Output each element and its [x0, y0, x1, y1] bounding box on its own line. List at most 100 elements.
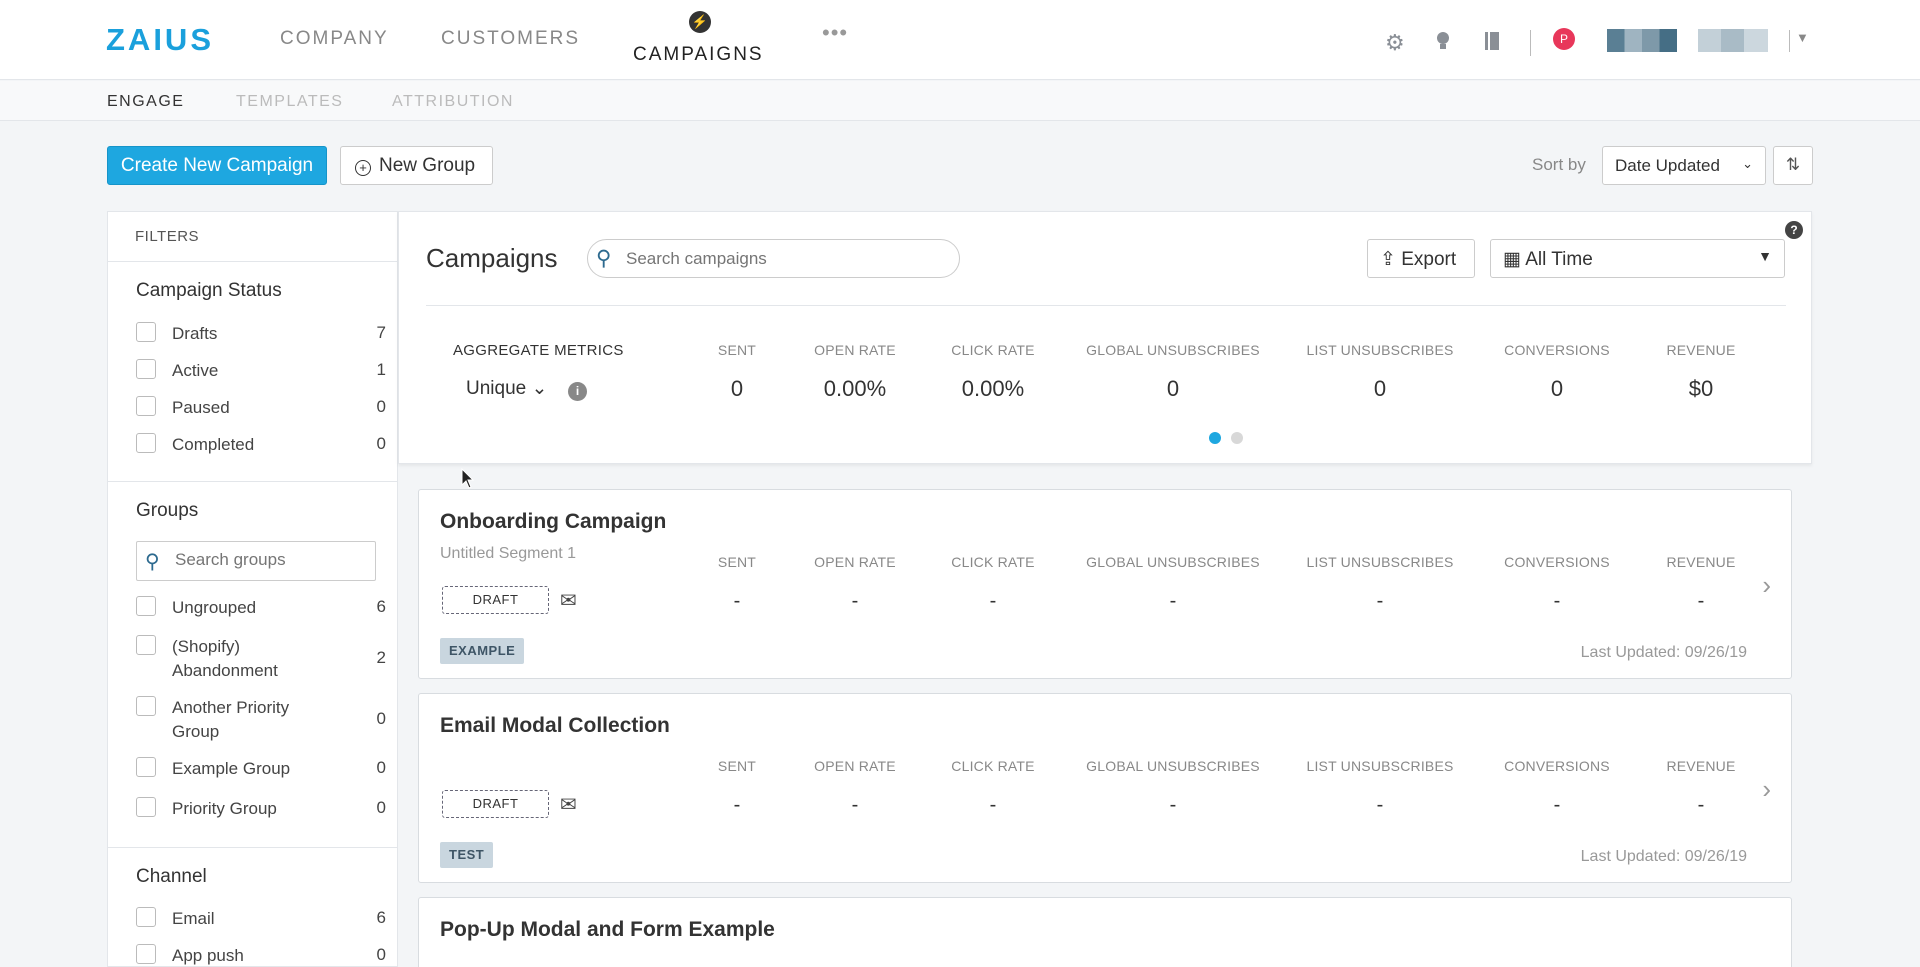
checkbox[interactable]	[136, 359, 156, 379]
account-name-redacted[interactable]	[1698, 29, 1768, 52]
time-range-select[interactable]: ▦ All Time ▼	[1490, 239, 1785, 278]
filter-count: 0	[376, 758, 386, 777]
campaign-search[interactable]: ⚲	[587, 239, 960, 278]
metric-value: $0	[1688, 376, 1714, 401]
sub-nav: ENGAGE TEMPLATES ATTRIBUTION	[0, 81, 1920, 121]
checkbox[interactable]	[136, 696, 156, 716]
user-avatar[interactable]: P	[1553, 28, 1575, 50]
carousel-dot-active[interactable]	[1209, 432, 1221, 444]
unique-select[interactable]: Unique ⌄	[466, 377, 547, 400]
carousel-dot[interactable]	[1231, 432, 1243, 444]
metric-header: GLOBAL UNSUBSCRIBES	[1086, 342, 1260, 358]
chevron-right-icon[interactable]: ›	[1762, 570, 1771, 601]
page-title: Campaigns	[426, 243, 558, 273]
campaign-title[interactable]: Pop-Up Modal and Form Example	[440, 918, 775, 942]
checkbox[interactable]	[136, 944, 156, 964]
sort-select[interactable]: Date Updated ⌄	[1602, 146, 1766, 185]
metric-header: REVENUE	[1666, 342, 1736, 358]
filter-count: 2	[376, 648, 386, 667]
filter-count: 0	[376, 434, 386, 453]
metric-header: REVENUE	[1666, 758, 1736, 774]
tab-attribution[interactable]: ATTRIBUTION	[392, 93, 514, 111]
campaign-card[interactable]: Pop-Up Modal and Form Example	[418, 897, 1792, 967]
info-icon[interactable]: i	[568, 382, 587, 401]
campaign-segment: Untitled Segment 1	[440, 545, 577, 562]
campaign-card[interactable]: Onboarding Campaign Untitled Segment 1 D…	[418, 489, 1792, 679]
checkbox[interactable]	[136, 596, 156, 616]
nav-company[interactable]: COMPANY	[280, 28, 389, 50]
create-campaign-button[interactable]: Create New Campaign	[107, 146, 327, 185]
top-nav: ZAIUS COMPANY CUSTOMERS ⚡ CAMPAIGNS ••• …	[0, 0, 1920, 80]
filter-label: (Shopify) Abandonment	[172, 637, 278, 680]
checkbox[interactable]	[136, 396, 156, 416]
metric-value: 0	[1373, 376, 1387, 401]
chevron-down-icon[interactable]: ▼	[1796, 30, 1809, 45]
filter-count: 6	[376, 597, 386, 616]
search-icon: ⚲	[596, 247, 612, 270]
new-group-button[interactable]: + New Group	[340, 146, 493, 185]
checkbox[interactable]	[136, 322, 156, 342]
checkbox[interactable]	[136, 433, 156, 453]
filter-label: Priority Group	[172, 799, 277, 818]
filter-count: 0	[376, 798, 386, 817]
nav-campaigns[interactable]: CAMPAIGNS	[633, 44, 764, 66]
aggregate-metrics-label: AGGREGATE METRICS	[453, 342, 624, 359]
filter-label: Completed	[172, 435, 255, 454]
metric-value: 0.00%	[961, 376, 1025, 401]
checkbox[interactable]	[136, 757, 156, 777]
more-nav-icon[interactable]: •••	[822, 20, 848, 46]
metric-header: CLICK RATE	[951, 342, 1035, 358]
filter-count: 0	[376, 945, 386, 964]
chevron-right-icon[interactable]: ›	[1762, 774, 1771, 805]
account-divider	[1789, 30, 1790, 52]
unique-value: Unique	[466, 378, 527, 399]
tab-templates[interactable]: TEMPLATES	[236, 93, 343, 111]
campaign-title[interactable]: Email Modal Collection	[440, 714, 670, 738]
campaign-tag: EXAMPLE	[440, 638, 525, 664]
sort-order-icon[interactable]: ⇅	[1773, 146, 1813, 185]
metric-value: -	[989, 590, 997, 612]
filter-count: 0	[376, 709, 386, 728]
group-search[interactable]: ⚲	[136, 541, 376, 581]
gear-icon[interactable]: ⚙	[1385, 30, 1405, 56]
group-search-input[interactable]	[175, 550, 365, 570]
campaign-card[interactable]: Email Modal Collection DRAFT ✉ TEST SENT…	[418, 693, 1792, 883]
campaign-search-input[interactable]	[626, 249, 946, 269]
envelope-icon: ✉	[560, 794, 577, 816]
tab-engage[interactable]: ENGAGE	[107, 93, 184, 111]
account-swatch[interactable]	[1607, 29, 1677, 52]
checkbox[interactable]	[136, 635, 156, 655]
last-updated: Last Updated: 09/26/19	[1580, 848, 1747, 865]
filter-label: Ungrouped	[172, 598, 257, 617]
checkbox[interactable]	[136, 907, 156, 927]
chevron-down-icon: ⌄	[1742, 156, 1753, 171]
filter-label: Drafts	[172, 324, 218, 343]
campaign-status-title: Campaign Status	[136, 280, 282, 301]
zaius-logo[interactable]: ZAIUS	[106, 22, 214, 58]
new-group-label: New Group	[379, 154, 476, 176]
upload-icon: ⇪	[1380, 249, 1396, 270]
metric-header: CLICK RATE	[951, 758, 1035, 774]
metric-header: CLICK RATE	[951, 554, 1035, 570]
status-badge: DRAFT	[442, 790, 549, 818]
mouse-cursor-icon	[461, 468, 475, 489]
metric-header: GLOBAL UNSUBSCRIBES	[1086, 758, 1260, 774]
book-icon[interactable]	[1483, 30, 1501, 58]
filter-count: 7	[376, 323, 386, 342]
lightning-icon: ⚡	[689, 11, 711, 33]
sort-by-label: Sort by	[1532, 155, 1586, 174]
filters-panel: FILTERS Campaign Status Drafts 7 Active 1 …	[107, 211, 398, 967]
nav-divider	[1530, 30, 1531, 56]
lightbulb-icon[interactable]	[1434, 30, 1452, 58]
export-button[interactable]: ⇪ Export	[1367, 239, 1475, 278]
filter-count: 1	[376, 360, 386, 379]
nav-customers[interactable]: CUSTOMERS	[441, 28, 580, 50]
envelope-icon: ✉	[560, 590, 577, 612]
help-icon[interactable]: ?	[1785, 221, 1803, 239]
filter-label: App push	[172, 946, 244, 965]
checkbox[interactable]	[136, 797, 156, 817]
campaign-title[interactable]: Onboarding Campaign	[440, 510, 666, 534]
metric-value: -	[1376, 794, 1384, 816]
metric-value: -	[1376, 590, 1384, 612]
filter-count: 6	[376, 908, 386, 927]
